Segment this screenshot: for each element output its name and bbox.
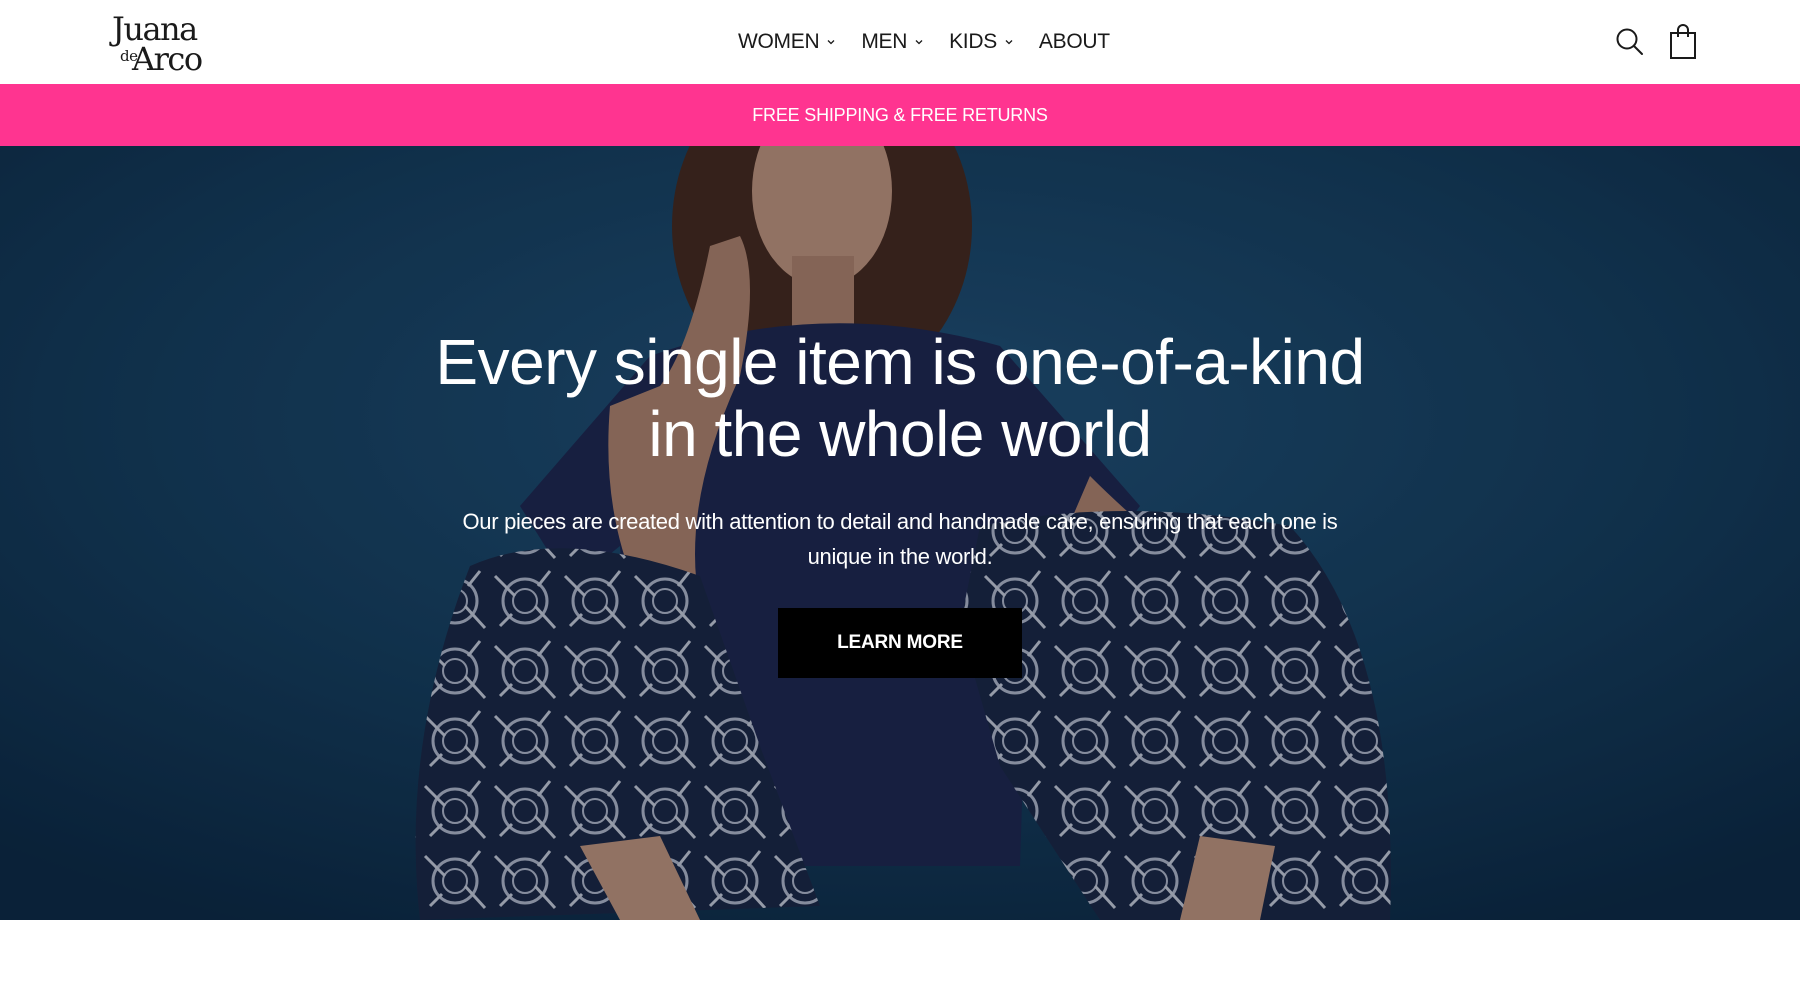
cart-button[interactable]: [1668, 24, 1698, 60]
nav-item-about[interactable]: ABOUT: [1039, 30, 1110, 54]
main-nav: WOMEN MEN KIDS ABOUT: [738, 0, 1110, 84]
hero-title-line-2: in the whole world: [648, 398, 1152, 470]
nav-label-kids: KIDS: [949, 30, 997, 53]
nav-label-women: WOMEN: [738, 30, 820, 53]
nav-item-women[interactable]: WOMEN: [738, 30, 837, 54]
logo-text-arco: Arco: [132, 40, 203, 78]
chevron-down-icon: [1005, 40, 1013, 45]
hero-title: Every single item is one-of-a-kind in th…: [400, 326, 1400, 470]
chevron-down-icon: [827, 40, 835, 45]
nav-label-about: ABOUT: [1038, 30, 1110, 53]
nav-item-men[interactable]: MEN: [861, 30, 925, 54]
search-button[interactable]: [1614, 26, 1646, 58]
shopping-bag-icon: [1670, 24, 1696, 59]
learn-more-button[interactable]: LEARN MORE: [778, 608, 1022, 678]
nav-item-kids[interactable]: KIDS: [949, 30, 1015, 54]
nav-label-men: MEN: [861, 30, 908, 53]
announcement-bar: FREE SHIPPING & FREE RETURNS: [0, 84, 1800, 146]
search-icon: [1616, 28, 1643, 55]
chevron-down-icon: [915, 40, 923, 45]
hero-banner: Every single item is one-of-a-kind in th…: [0, 146, 1800, 920]
brand-logo[interactable]: Juana de Arco: [112, 12, 212, 78]
hero-content: Every single item is one-of-a-kind in th…: [400, 326, 1400, 678]
announcement-text: FREE SHIPPING & FREE RETURNS: [752, 104, 1048, 125]
hero-title-line-1: Every single item is one-of-a-kind: [435, 326, 1365, 398]
site-header: Juana de Arco WOMEN MEN KIDS ABOUT: [0, 0, 1800, 84]
hero-subtitle: Our pieces are created with attention to…: [462, 509, 1338, 569]
